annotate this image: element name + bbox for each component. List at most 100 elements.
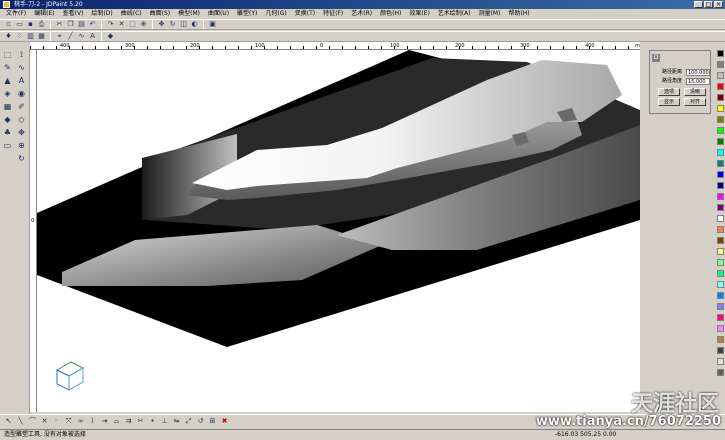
bulb-icon[interactable]: ♦ <box>4 32 13 41</box>
fill-icon[interactable]: ◆ <box>106 32 115 41</box>
color-swatch[interactable] <box>717 193 724 200</box>
clear-button[interactable]: 清晰 <box>684 88 706 96</box>
select-icon[interactable]: ⬚ <box>128 20 137 29</box>
measure-icon[interactable]: ▭ <box>2 140 13 151</box>
menu-item[interactable]: 几何(G) <box>261 9 290 19</box>
color-swatch[interactable] <box>717 127 724 134</box>
mesh-icon[interactable]: ▦ <box>2 101 13 112</box>
color-swatch[interactable] <box>717 292 724 299</box>
minimize-button[interactable]: _ <box>694 1 703 8</box>
fillet-tool-icon[interactable]: ⌓ <box>112 417 121 426</box>
undo-icon[interactable]: ↶ <box>88 20 97 29</box>
layer-icon[interactable]: ▥ <box>26 32 35 41</box>
sculpt-icon[interactable]: ◉ <box>16 88 27 99</box>
menu-item[interactable]: 艺术(R) <box>347 9 376 19</box>
menu-item[interactable]: 帮助(H) <box>504 9 533 19</box>
align-button[interactable]: 对齐 <box>684 98 706 106</box>
fill-icon[interactable]: ◆ <box>2 114 13 125</box>
menu-item[interactable]: 曲线(C) <box>117 9 146 19</box>
curve-icon[interactable]: ∿ <box>77 32 86 41</box>
menu-item[interactable]: 查看(V) <box>59 9 88 19</box>
offset-tool-icon[interactable]: ⇉ <box>124 417 133 426</box>
color-swatch[interactable] <box>717 171 724 178</box>
node-tool-icon[interactable]: ◦ <box>52 417 61 426</box>
node-edit-icon[interactable]: ⟟ <box>16 49 27 60</box>
curve-icon[interactable]: ∿ <box>16 62 27 73</box>
color-swatch[interactable] <box>717 259 724 266</box>
color-swatch[interactable] <box>717 347 724 354</box>
color-swatch[interactable] <box>717 325 724 332</box>
point-tool-icon[interactable]: • <box>148 417 157 426</box>
zoom-icon[interactable]: ⊕ <box>139 20 148 29</box>
join-tool-icon[interactable]: ∞ <box>76 417 85 426</box>
menu-item[interactable]: 颜色(H) <box>376 9 405 19</box>
text-icon[interactable]: A <box>88 32 97 41</box>
color-swatch[interactable] <box>717 83 724 90</box>
zoom-icon[interactable]: ⊕ <box>16 140 27 151</box>
menu-item[interactable]: 艺术绘制(A) <box>434 9 475 19</box>
bulb2-icon[interactable]: ♢ <box>15 32 24 41</box>
color-swatch[interactable] <box>717 215 724 222</box>
color-swatch[interactable] <box>717 61 724 68</box>
break-tool-icon[interactable]: ⌇ <box>88 417 97 426</box>
grid-icon[interactable]: ▦ <box>37 32 46 41</box>
move-icon[interactable]: ✥ <box>16 127 27 138</box>
path-distance-input[interactable]: 100.000 <box>686 69 710 76</box>
color-swatch[interactable] <box>717 303 724 310</box>
rotate-icon[interactable]: ↻ <box>168 20 177 29</box>
pan-icon[interactable]: ✥ <box>157 20 166 29</box>
delete-tool-icon[interactable]: ✖ <box>220 417 229 426</box>
color-swatch[interactable] <box>717 94 724 101</box>
color-swatch[interactable] <box>717 336 724 343</box>
color-swatch[interactable] <box>717 149 724 156</box>
rotate-tool-icon[interactable]: ↺ <box>196 417 205 426</box>
menu-item[interactable]: 绘制(D) <box>87 9 116 19</box>
arc-tool-icon[interactable]: ⌒ <box>28 417 37 426</box>
color-swatch[interactable] <box>717 314 724 321</box>
drawing-canvas[interactable] <box>37 50 640 412</box>
shade-icon[interactable]: ▣ <box>208 20 217 29</box>
paste-icon[interactable]: ▤ <box>77 20 86 29</box>
options-button[interactable]: 选项 <box>658 88 680 96</box>
text-icon[interactable]: A <box>16 75 27 86</box>
tangent-tool-icon[interactable]: ⊥ <box>160 417 169 426</box>
color-swatch[interactable] <box>717 138 724 145</box>
view-icon[interactable]: ◫ <box>179 20 188 29</box>
snap-icon[interactable]: ⌖ <box>55 32 64 41</box>
close-button[interactable]: × <box>714 1 723 8</box>
menu-item[interactable]: 变换(T) <box>291 9 319 19</box>
menu-item[interactable]: 编辑(E) <box>30 9 58 19</box>
line-tool-icon[interactable]: ╲ <box>16 417 25 426</box>
color-swatch[interactable] <box>717 226 724 233</box>
color-swatch[interactable] <box>717 105 724 112</box>
trim-tool-icon[interactable]: ✂ <box>136 417 145 426</box>
menu-item[interactable]: 模型(M) <box>174 9 204 19</box>
show-button[interactable]: 显示 <box>658 98 680 106</box>
select-tool-icon[interactable]: ↖ <box>4 417 13 426</box>
color-swatch[interactable] <box>717 204 724 211</box>
move-tool-icon[interactable]: ⤧ <box>64 417 73 426</box>
menu-item[interactable]: 曲面(S) <box>146 9 175 19</box>
color-swatch[interactable] <box>717 248 724 255</box>
delete-icon[interactable]: ✕ <box>117 20 126 29</box>
menu-item[interactable]: 效果(E) <box>405 9 433 19</box>
maximize-button[interactable]: □ <box>704 1 713 8</box>
pen-icon[interactable]: ✎ <box>2 62 13 73</box>
menu-item[interactable]: 曲面(U) <box>204 9 233 19</box>
color-swatch[interactable] <box>717 116 724 123</box>
color-swatch[interactable] <box>717 72 724 79</box>
color-swatch[interactable] <box>717 182 724 189</box>
menu-item[interactable]: 文件(F) <box>2 9 30 19</box>
color-swatch[interactable] <box>717 160 724 167</box>
open-icon[interactable]: ▭ <box>15 20 24 29</box>
extend-tool-icon[interactable]: ⇥ <box>100 417 109 426</box>
copy-icon[interactable]: ❐ <box>66 20 75 29</box>
color-swatch[interactable] <box>717 358 724 365</box>
menu-item[interactable]: 雕塑(Y) <box>233 9 261 19</box>
array-tool-icon[interactable]: ⊞ <box>208 417 217 426</box>
select-icon[interactable]: ⬚ <box>2 49 13 60</box>
print-icon[interactable]: ⎙ <box>37 20 46 29</box>
color-swatch[interactable] <box>717 50 724 57</box>
cut-icon[interactable]: ✂ <box>55 20 64 29</box>
smooth-icon[interactable]: ♣ <box>2 127 13 138</box>
